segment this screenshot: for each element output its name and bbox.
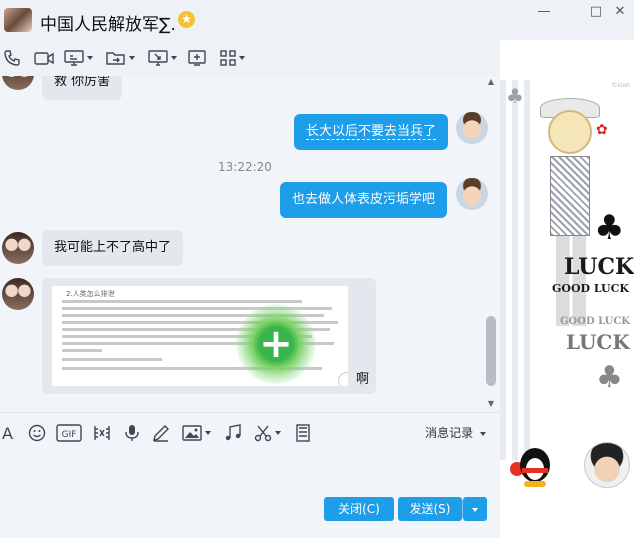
- music-icon[interactable]: [224, 423, 242, 443]
- scroll-down-arrow[interactable]: ▼: [486, 400, 496, 408]
- message-text: 长大以后不要去当兵了: [306, 124, 437, 140]
- minimize-button[interactable]: —: [534, 4, 554, 20]
- luck-text: LUCK: [564, 254, 634, 280]
- avatar-show-figure[interactable]: [548, 110, 592, 154]
- contact-avatar[interactable]: [584, 442, 630, 488]
- maximize-button[interactable]: □: [586, 4, 606, 20]
- clover-icon: ♣: [594, 208, 625, 248]
- send-options-button[interactable]: [463, 497, 487, 521]
- scroll-up-arrow[interactable]: ▲: [486, 78, 496, 86]
- message-bubble-in[interactable]: 我可能上不了高中了: [42, 230, 184, 266]
- remote-desktop-icon[interactable]: [148, 48, 177, 68]
- message-bubble-in[interactable]: 救 你厉害: [42, 76, 123, 100]
- emoji-icon[interactable]: [28, 423, 46, 443]
- qq-penguin-icon[interactable]: [510, 448, 554, 488]
- message-input-area[interactable]: 关闭(C) 发送(S): [0, 452, 500, 538]
- doc-header: 2.人类怎么排泄: [66, 290, 115, 298]
- video-call-icon[interactable]: [34, 48, 54, 68]
- close-window-button[interactable]: ✕: [610, 4, 630, 20]
- gif-icon[interactable]: GIF: [56, 423, 82, 443]
- screenshot-image[interactable]: 2.人类怎么排泄 +: [52, 286, 348, 386]
- screen-share-icon[interactable]: [64, 48, 93, 68]
- pen-icon[interactable]: [152, 423, 170, 443]
- scrollbar-thumb[interactable]: [486, 316, 496, 386]
- my-avatar[interactable]: [456, 112, 488, 144]
- panel-stripe: [524, 80, 530, 460]
- phone-icon[interactable]: [4, 48, 20, 68]
- clover-icon: ♣: [506, 84, 524, 108]
- input-toolbar: A GIF 消息记录: [0, 412, 500, 452]
- history-label: 消息记录: [425, 426, 474, 440]
- sender-avatar[interactable]: [2, 278, 34, 310]
- message-list[interactable]: 救 你厉害 长大以后不要去当兵了 13:22:20 也去做人体表皮污垢学吧 我可…: [0, 76, 500, 412]
- watermark: ©icon: [611, 82, 630, 89]
- send-button[interactable]: 发送(S): [398, 497, 462, 521]
- transfer-file-icon[interactable]: [106, 48, 135, 68]
- scissors-screenshot-icon[interactable]: [92, 423, 112, 443]
- chat-title[interactable]: 中国人民解放军∑.: [40, 10, 176, 35]
- message-history-button[interactable]: 消息记录: [425, 424, 486, 441]
- message-bubble-out[interactable]: 长大以后不要去当兵了: [294, 114, 449, 150]
- chevron-down-icon: [480, 431, 486, 436]
- microphone-icon[interactable]: [124, 423, 140, 443]
- plus-icon: +: [259, 321, 293, 367]
- panel-stripe: [512, 80, 518, 460]
- my-avatar[interactable]: [456, 178, 488, 210]
- magnifier-icon[interactable]: [338, 372, 348, 386]
- image-message-bubble[interactable]: 2.人类怎么排泄 + 啊: [42, 278, 376, 394]
- chevron-down-icon: [472, 507, 478, 512]
- avatar-show-body: [550, 156, 590, 236]
- chat-toolbar: [0, 40, 500, 76]
- image-caption: 啊: [356, 372, 370, 387]
- clover-icon: ♣: [596, 360, 623, 395]
- good-luck-text: GOOD LUCK: [552, 282, 629, 295]
- message-timestamp: 13:22:20: [218, 160, 272, 174]
- svg-text:GIF: GIF: [62, 430, 77, 440]
- contact-show-panel: ©icon ♣ ✿ ♣ LUCK GOOD LUCK GOOD LUCK LUC…: [500, 40, 634, 538]
- bow-icon: ✿: [596, 122, 608, 138]
- vip-star-icon[interactable]: ★: [178, 11, 195, 28]
- message-bubble-out[interactable]: 也去做人体表皮污垢学吧: [280, 182, 448, 218]
- avatar-show-legs: [556, 236, 586, 326]
- luck-reflection: LUCK: [566, 330, 630, 354]
- image-icon[interactable]: [182, 423, 211, 443]
- font-icon[interactable]: A: [2, 423, 13, 443]
- doc-icon[interactable]: [296, 423, 310, 443]
- group-avatar[interactable]: [4, 8, 32, 32]
- apps-grid-icon[interactable]: [220, 48, 245, 68]
- panel-stripe: [500, 80, 506, 460]
- title-bar: 中国人民解放军∑. ★ — □ ✕: [0, 0, 634, 40]
- sender-avatar[interactable]: [2, 76, 34, 90]
- close-button[interactable]: 关闭(C): [324, 497, 394, 521]
- add-icon[interactable]: [188, 48, 206, 68]
- cut-icon[interactable]: [254, 423, 281, 443]
- sender-avatar[interactable]: [2, 232, 34, 264]
- good-luck-reflection: GOOD LUCK: [560, 316, 630, 327]
